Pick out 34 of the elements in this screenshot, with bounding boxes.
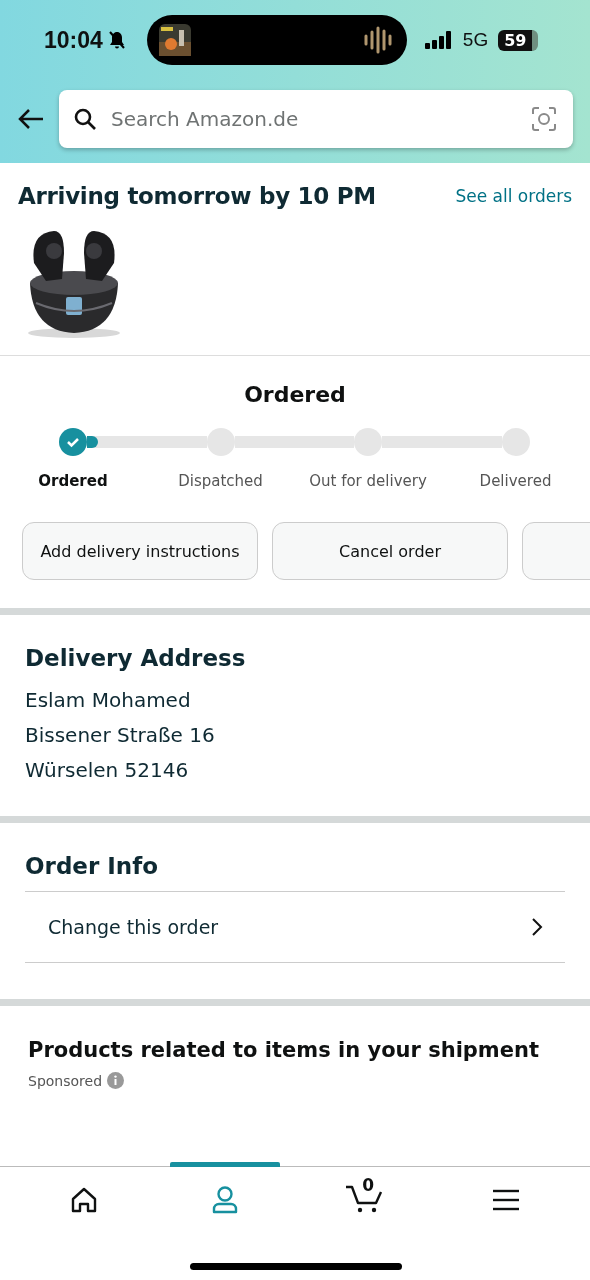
back-arrow-icon[interactable]	[17, 107, 45, 131]
chevron-right-icon	[531, 917, 543, 937]
step-label: Out for delivery	[309, 472, 427, 490]
address-line: Würselen 52146	[25, 757, 190, 784]
sponsored-label: Sponsored	[28, 1072, 103, 1089]
search-field[interactable]: Search Amazon.de	[109, 106, 519, 132]
network-label: 5G	[462, 29, 489, 51]
waveform-icon	[362, 26, 393, 54]
action-button[interactable]: Cancel order	[272, 522, 508, 580]
action-button[interactable]: Add delivery instructions	[22, 522, 258, 580]
see-all-orders-link[interactable]: See all orders	[455, 186, 572, 206]
step-label: Dispatched	[178, 472, 263, 490]
search-bar[interactable]: Search Amazon.de	[59, 90, 573, 148]
related-title: Products related to items in your shipment	[28, 1038, 540, 1062]
status-time: 10:04	[44, 26, 103, 54]
arrival-title: Arriving tomorrow by 10 PM	[18, 183, 376, 209]
section-title: Delivery Address	[25, 645, 247, 671]
bell-muted-icon	[106, 30, 127, 50]
person-icon	[211, 1186, 238, 1214]
step-label: Ordered	[38, 472, 108, 490]
address-line: Eslam Mohamed	[25, 687, 192, 714]
section-title: Order Info	[25, 853, 160, 879]
status-title: Ordered	[243, 382, 347, 407]
address-line: Bissener Straße 16	[25, 722, 216, 749]
order-info-row[interactable]: Change this order	[25, 891, 565, 963]
home-icon	[70, 1187, 99, 1213]
search-icon	[73, 107, 97, 131]
battery-level: 59	[498, 29, 539, 51]
menu-icon	[491, 1189, 520, 1211]
camera-scan-icon[interactable]	[531, 106, 557, 132]
info-icon[interactable]	[107, 1072, 125, 1089]
cart-count: 0	[362, 1175, 375, 1195]
step-label: Delivered	[479, 472, 552, 490]
cart-tab[interactable]: 0	[310, 1162, 421, 1233]
